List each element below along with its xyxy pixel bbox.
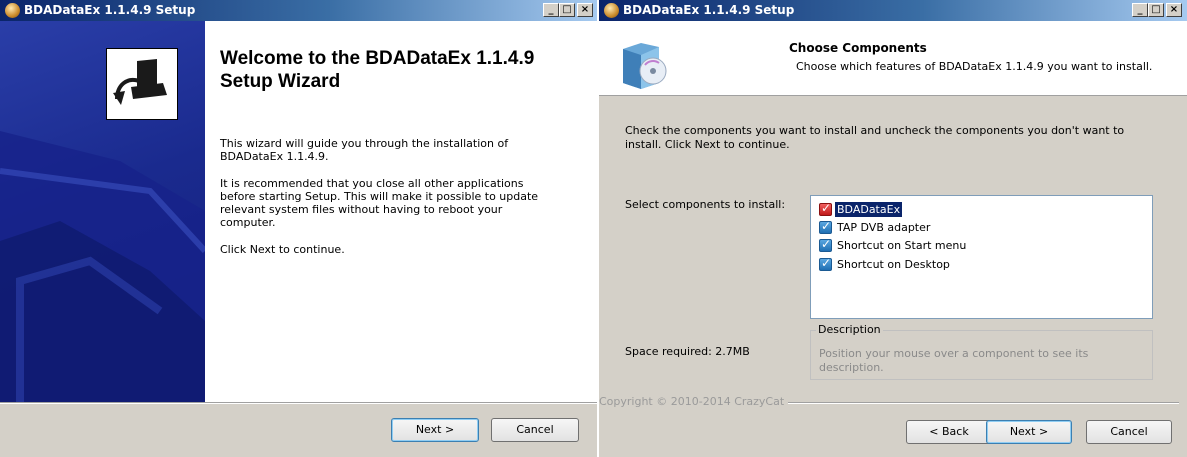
checkbox-icon[interactable] (819, 237, 832, 252)
window-title: BDADataEx 1.1.4.9 Setup (623, 3, 795, 17)
software-box-cd-icon (619, 39, 669, 91)
component-label[interactable]: BDADataEx (835, 202, 903, 217)
component-label[interactable]: Shortcut on Desktop (837, 257, 950, 272)
component-label[interactable]: TAP DVB adapter (837, 220, 930, 235)
components-window: BDADataEx 1.1.4.9 Setup _ □ × Choose Com… (599, 0, 1187, 457)
cancel-button[interactable]: Cancel (491, 418, 579, 442)
heading-line-1: Welcome to the BDADataEx 1.1.4.9 (220, 48, 535, 69)
checkbox-icon[interactable] (819, 201, 832, 216)
heading-line-2: Setup Wizard (220, 71, 341, 92)
component-label[interactable]: Shortcut on Start menu (837, 238, 966, 253)
maximize-icon[interactable]: □ (559, 3, 575, 17)
title-bar[interactable]: BDADataEx 1.1.4.9 Setup _ □ × (599, 0, 1187, 21)
select-components-label: Select components to install: (625, 198, 786, 211)
welcome-content: Welcome to the BDADataEx 1.1.4.9 Setup W… (205, 21, 597, 402)
copyright-text: Copyright © 2010-2014 CrazyCat (599, 395, 789, 408)
instruction-text: install. Click Next to continue. (625, 138, 790, 151)
checkbox-icon[interactable] (819, 256, 832, 271)
welcome-body: This wizard will guide you through the i… (220, 137, 590, 256)
header-subtitle: Choose which features of BDADataEx 1.1.4… (796, 60, 1153, 73)
close-icon[interactable]: × (1166, 3, 1182, 17)
body-text: Click Next to continue. (220, 243, 345, 256)
minimize-icon[interactable]: _ (543, 3, 559, 17)
welcome-window: BDADataEx 1.1.4.9 Setup _ □ × Welcome to… (0, 0, 597, 457)
separator (0, 402, 597, 404)
body-text: It is recommended that you close all oth… (220, 177, 524, 190)
space-required: Space required: 2.7MB (625, 345, 750, 358)
checkbox-icon[interactable] (819, 219, 832, 234)
body-text: relevant system files without having to … (220, 203, 503, 216)
component-item[interactable]: Shortcut on Start menu (811, 237, 1111, 254)
description-text: Position your mouse over a component to … (819, 347, 1088, 375)
header-title: Choose Components (789, 41, 927, 55)
body-text: before starting Setup. This will make it… (220, 190, 539, 203)
body-text: This wizard will guide you through the i… (220, 137, 509, 150)
next-button[interactable]: Next > (986, 420, 1072, 444)
description-legend: Description (816, 323, 883, 336)
description-line: description. (819, 361, 884, 374)
description-group: Description Position your mouse over a c… (810, 323, 1153, 380)
description-line: Position your mouse over a component to … (819, 347, 1089, 360)
computer-install-icon (106, 48, 178, 120)
wizard-sidebar-image (0, 21, 205, 402)
body-text: computer. (220, 216, 276, 229)
welcome-heading: Welcome to the BDADataEx 1.1.4.9 Setup W… (220, 47, 534, 93)
next-button[interactable]: Next > (391, 418, 479, 442)
component-item[interactable]: TAP DVB adapter (811, 219, 1111, 236)
minimize-icon[interactable]: _ (1132, 3, 1148, 17)
close-icon[interactable]: × (577, 3, 593, 17)
component-item[interactable]: Shortcut on Desktop (811, 256, 1111, 273)
body-text: BDADataEx 1.1.4.9. (220, 150, 329, 163)
installer-app-icon (5, 3, 20, 18)
maximize-icon[interactable]: □ (1148, 3, 1164, 17)
component-item[interactable]: BDADataEx (811, 201, 1011, 218)
components-list[interactable]: BDADataEx TAP DVB adapter Shortcut on St… (810, 195, 1153, 319)
title-bar[interactable]: BDADataEx 1.1.4.9 Setup _ □ × (0, 0, 597, 21)
instructions: Check the components you want to install… (625, 124, 1124, 152)
window-title: BDADataEx 1.1.4.9 Setup (24, 3, 196, 17)
instruction-text: Check the components you want to install… (625, 124, 1125, 137)
page-header: Choose Components Choose which features … (599, 21, 1187, 96)
cancel-button[interactable]: Cancel (1086, 420, 1172, 444)
back-button[interactable]: < Back (906, 420, 992, 444)
installer-app-icon (604, 3, 619, 18)
